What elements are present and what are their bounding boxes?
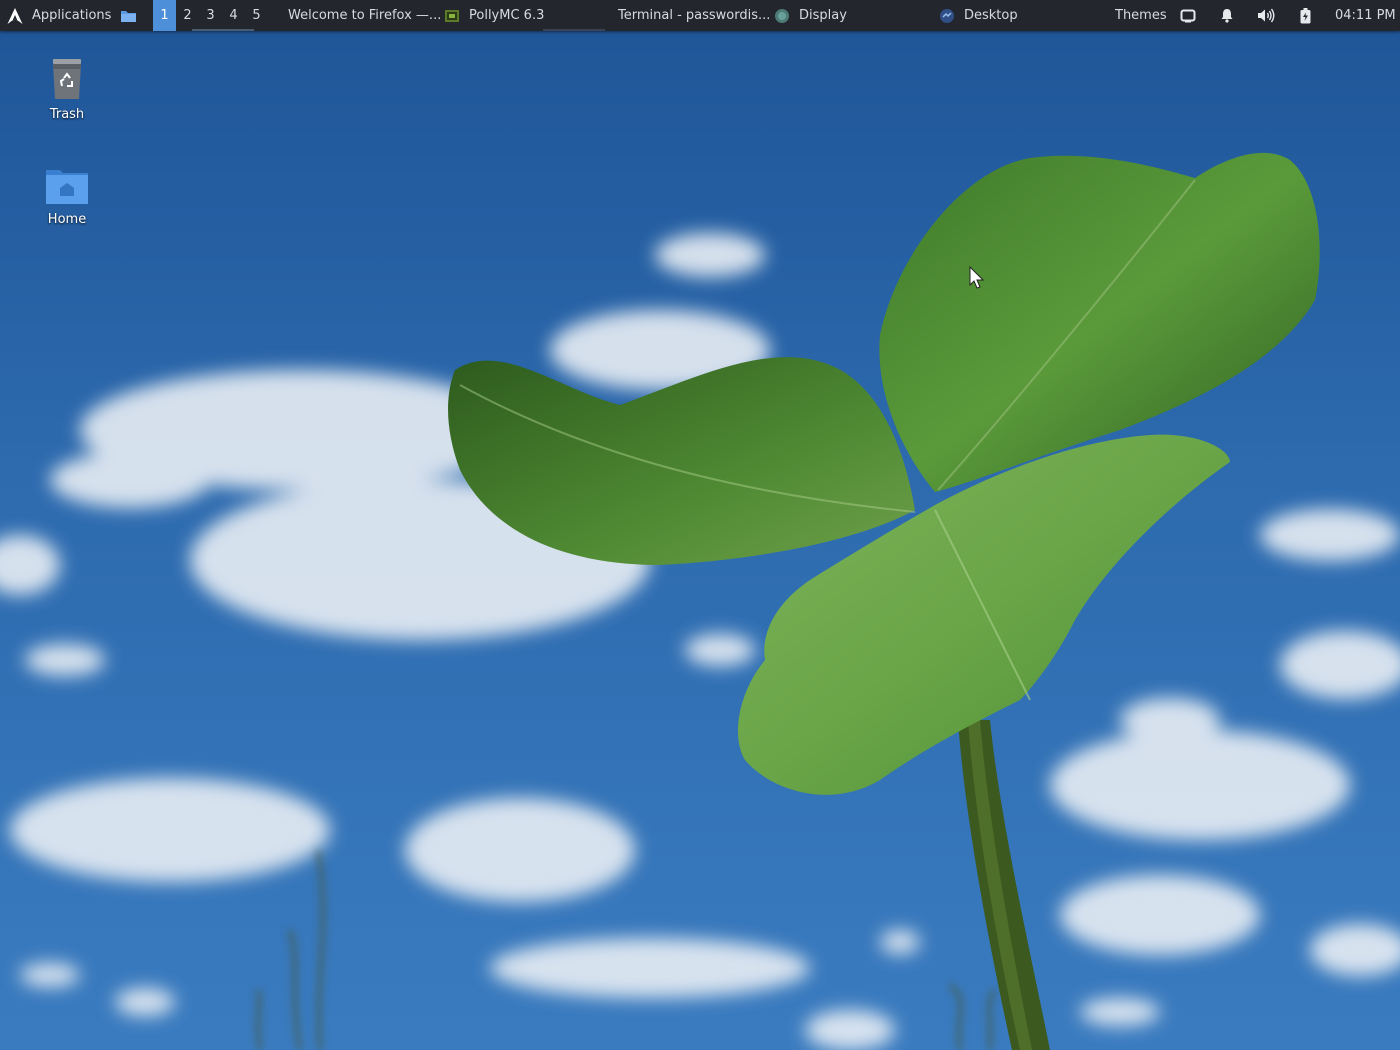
workspace-1[interactable]: 1 [153, 0, 176, 31]
home-folder-icon [46, 170, 88, 204]
workspace-5[interactable]: 5 [245, 0, 268, 31]
applications-label: Applications [32, 8, 112, 23]
themes-label: Themes [1115, 8, 1167, 23]
task-label: Terminal - passwordis... [618, 8, 771, 23]
task-label: PollyMC 6.3 [469, 8, 545, 23]
mouse-pointer-icon [969, 266, 985, 289]
applications-menu[interactable]: Applications [6, 0, 111, 31]
themes-button[interactable]: Themes [1115, 0, 1167, 31]
arch-logo-icon [7, 7, 23, 24]
task-desktop[interactable]: Desktop [939, 0, 1089, 31]
task-display[interactable]: Display [774, 0, 924, 31]
bell-icon [1221, 9, 1233, 23]
task-label: Welcome to Firefox —... [288, 8, 442, 23]
pollymc-icon [445, 9, 459, 22]
top-panel: Applications 1 2 3 4 5 Welcome to Firefo… [0, 0, 1400, 31]
volume-icon [1258, 8, 1275, 23]
task-pollymc[interactable]: PollyMC 6.3 [444, 0, 594, 31]
file-manager-launcher[interactable] [120, 0, 137, 31]
notifications-button[interactable] [1220, 0, 1234, 31]
task-label: Desktop [964, 8, 1018, 23]
task-firefox[interactable]: Welcome to Firefox —... [278, 0, 441, 31]
workspace-3[interactable]: 3 [199, 0, 222, 31]
folder-icon [121, 10, 136, 22]
clock-time: 04:11 PM [1335, 8, 1396, 23]
desktop-icon-label: Home [47, 212, 87, 227]
battery-charging-icon [1300, 7, 1311, 23]
task-terminal[interactable]: Terminal - passwordis... [609, 0, 771, 31]
desktop-icon-home[interactable]: Home [27, 168, 107, 227]
workspace-4[interactable]: 4 [222, 0, 245, 31]
workspace-2[interactable]: 2 [176, 0, 199, 31]
clock[interactable]: 04:11 PM [1335, 0, 1396, 31]
display-settings-icon [775, 8, 789, 23]
task-label: Display [799, 8, 847, 23]
desktop-icon-label: Trash [49, 107, 85, 122]
screen-icon [1180, 9, 1196, 22]
desktop-settings-icon [940, 8, 954, 23]
desktop-icon-trash[interactable]: Trash [27, 57, 107, 122]
trash-icon [53, 59, 81, 99]
volume-button[interactable] [1257, 0, 1276, 31]
desktop-wallpaper [0, 0, 1400, 1050]
display-tray-button[interactable] [1180, 0, 1196, 31]
battery-button[interactable] [1300, 0, 1311, 31]
